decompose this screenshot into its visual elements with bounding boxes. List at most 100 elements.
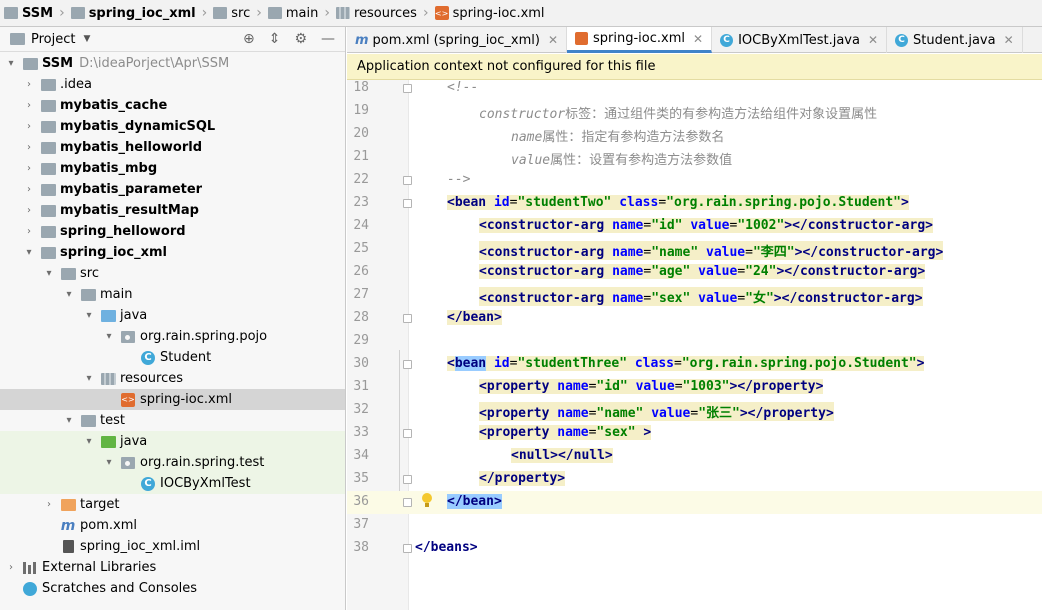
code-line-32[interactable]: 32 <property name="name" value="张三"></pr… xyxy=(347,399,1042,422)
code-line-37[interactable]: 37 xyxy=(347,514,1042,537)
code-line-20[interactable]: 20 name属性：指定有参构造方法参数名 xyxy=(347,123,1042,146)
tree-item-spring-ioc-file[interactable]: <> spring-ioc.xml xyxy=(0,389,345,410)
tree-item-spring-helloword[interactable]: › spring_helloword xyxy=(0,221,345,242)
tab-iocbyxmltest[interactable]: C IOCByXmlTest.java ✕ xyxy=(712,27,888,53)
tree-item-mybatis-cache[interactable]: › mybatis_cache xyxy=(0,95,345,116)
tree-item-pom[interactable]: m pom.xml xyxy=(0,515,345,536)
code-editor[interactable]: 18 <!-- 19 constructor标签：通过组件类的有参构造方法给组件… xyxy=(347,80,1042,610)
fold-marker-icon[interactable] xyxy=(403,84,412,93)
code-line-25[interactable]: 25 <constructor-arg name="name" value="李… xyxy=(347,238,1042,261)
tree-item-test[interactable]: ▾ test xyxy=(0,410,345,431)
expanded-arrow-icon[interactable]: ▾ xyxy=(4,58,18,69)
breadcrumb-item-spring-ioc-xml[interactable]: spring_ioc_xml › xyxy=(70,0,214,27)
breadcrumb-item-ssm[interactable]: SSM › xyxy=(4,0,71,27)
tree-item-mybatis-parameter[interactable]: › mybatis_parameter xyxy=(0,179,345,200)
tree-item-test-java[interactable]: ▾ java xyxy=(0,431,345,452)
tab-spring-ioc-xml[interactable]: spring-ioc.xml ✕ xyxy=(567,27,713,53)
lightbulb-icon[interactable] xyxy=(421,493,433,508)
expanded-arrow-icon[interactable]: ▾ xyxy=(102,457,116,468)
code-line-27[interactable]: 27 <constructor-arg name="sex" value="女"… xyxy=(347,284,1042,307)
code-line-34[interactable]: 34 <null></null> xyxy=(347,445,1042,468)
tree-item-mybatis-dynamicsql[interactable]: › mybatis_dynamicSQL xyxy=(0,116,345,137)
code-line-18[interactable]: 18 <!-- xyxy=(347,80,1042,100)
tree-item-idea[interactable]: › .idea xyxy=(0,74,345,95)
code-line-22[interactable]: 22 --> xyxy=(347,169,1042,192)
locate-file-icon[interactable]: ⊕ xyxy=(243,31,255,47)
tree-item-main[interactable]: ▾ main xyxy=(0,284,345,305)
tab-pom-xml[interactable]: m pom.xml (spring_ioc_xml) ✕ xyxy=(347,27,568,53)
tree-item-main-java[interactable]: ▾ java xyxy=(0,305,345,326)
code-line-21[interactable]: 21 value属性：设置有参构造方法参数值 xyxy=(347,146,1042,169)
collapsed-arrow-icon[interactable]: › xyxy=(22,79,36,90)
collapsed-arrow-icon[interactable]: › xyxy=(22,205,36,216)
collapsed-arrow-icon[interactable]: › xyxy=(4,562,18,573)
breadcrumb-item-main[interactable]: main › xyxy=(267,0,336,27)
tree-item-spring-ioc-xml[interactable]: ▾ spring_ioc_xml xyxy=(0,242,345,263)
chevron-right-icon: › xyxy=(59,5,65,21)
fold-marker-icon[interactable] xyxy=(403,314,412,323)
tree-item-mybatis-mbg[interactable]: › mybatis_mbg xyxy=(0,158,345,179)
expanded-arrow-icon[interactable]: ▾ xyxy=(102,331,116,342)
fold-marker-icon[interactable] xyxy=(403,475,412,484)
code-line-36[interactable]: 36 </bean> xyxy=(347,491,1042,514)
chevron-down-icon[interactable]: ▼ xyxy=(83,34,90,44)
code-line-38[interactable]: 38 </beans> xyxy=(347,537,1042,560)
tree-item-mybatis-resultmap[interactable]: › mybatis_resultMap xyxy=(0,200,345,221)
expanded-arrow-icon[interactable]: ▾ xyxy=(22,247,36,258)
tree-item-pojo-package[interactable]: ▾ org.rain.spring.pojo xyxy=(0,326,345,347)
settings-gear-icon[interactable]: ⚙ xyxy=(294,31,307,47)
close-icon[interactable]: ✕ xyxy=(1004,33,1014,47)
code-line-30[interactable]: 30 <bean id="studentThree" class="org.ra… xyxy=(347,353,1042,376)
tree-item-resources[interactable]: ▾ resources xyxy=(0,368,345,389)
tree-item-iocbyxmltest[interactable]: C IOCByXmlTest xyxy=(0,473,345,494)
fold-marker-icon[interactable] xyxy=(403,360,412,369)
tab-student-java[interactable]: C Student.java ✕ xyxy=(887,27,1023,53)
breadcrumb-item-resources[interactable]: resources › xyxy=(335,0,435,27)
close-icon[interactable]: ✕ xyxy=(868,33,878,47)
collapsed-arrow-icon[interactable]: › xyxy=(22,142,36,153)
expanded-arrow-icon[interactable]: ▾ xyxy=(62,415,76,426)
collapsed-arrow-icon[interactable]: › xyxy=(22,163,36,174)
expanded-arrow-icon[interactable]: ▾ xyxy=(82,310,96,321)
code-line-24[interactable]: 24 <constructor-arg name="id" value="100… xyxy=(347,215,1042,238)
hide-panel-icon[interactable]: — xyxy=(321,31,335,47)
collapsed-arrow-icon[interactable]: › xyxy=(22,184,36,195)
tree-item-mybatis-helloworld[interactable]: › mybatis_helloworld xyxy=(0,137,345,158)
breadcrumb-item-src[interactable]: src › xyxy=(213,0,268,27)
close-icon[interactable]: ✕ xyxy=(693,32,703,46)
project-view-selector[interactable]: Project xyxy=(31,32,75,47)
tree-item-iml[interactable]: spring_ioc_xml.iml xyxy=(0,536,345,557)
collapse-all-icon[interactable]: ⇕ xyxy=(269,31,281,47)
fold-marker-icon[interactable] xyxy=(403,429,412,438)
code-line-29[interactable]: 29 xyxy=(347,330,1042,353)
collapsed-arrow-icon[interactable]: › xyxy=(42,499,56,510)
code-line-23[interactable]: 23 <bean id="studentTwo" class="org.rain… xyxy=(347,192,1042,215)
close-icon[interactable]: ✕ xyxy=(548,33,558,47)
tree-item-student[interactable]: C Student xyxy=(0,347,345,368)
collapsed-arrow-icon[interactable]: › xyxy=(22,121,36,132)
code-line-31[interactable]: 31 <property name="id" value="1003"></pr… xyxy=(347,376,1042,399)
tree-item-scratches[interactable]: Scratches and Consoles xyxy=(0,578,345,599)
collapsed-arrow-icon[interactable]: › xyxy=(22,226,36,237)
fold-marker-icon[interactable] xyxy=(403,176,412,185)
fold-marker-icon[interactable] xyxy=(403,498,412,507)
breadcrumb-item-spring-ioc-file[interactable]: <> spring-ioc.xml xyxy=(434,0,545,27)
code-line-28[interactable]: 28 </bean> xyxy=(347,307,1042,330)
tree-item-ssm[interactable]: ▾ SSM D:\ideaPorject\Apr\SSM xyxy=(0,53,345,74)
tree-item-test-package[interactable]: ▾ org.rain.spring.test xyxy=(0,452,345,473)
expanded-arrow-icon[interactable]: ▾ xyxy=(82,436,96,447)
fold-marker-icon[interactable] xyxy=(403,199,412,208)
code-line-35[interactable]: 35 </property> xyxy=(347,468,1042,491)
expanded-arrow-icon[interactable]: ▾ xyxy=(82,373,96,384)
code-line-26[interactable]: 26 <constructor-arg name="age" value="24… xyxy=(347,261,1042,284)
tree-item-src[interactable]: ▾ src xyxy=(0,263,345,284)
tree-item-external-libraries[interactable]: › External Libraries xyxy=(0,557,345,578)
fold-marker-icon[interactable] xyxy=(403,544,412,553)
tree-item-target[interactable]: › target xyxy=(0,494,345,515)
expanded-arrow-icon[interactable]: ▾ xyxy=(42,268,56,279)
module-folder-icon xyxy=(40,246,56,259)
code-line-33[interactable]: 33 <property name="sex" > xyxy=(347,422,1042,445)
expanded-arrow-icon[interactable]: ▾ xyxy=(62,289,76,300)
collapsed-arrow-icon[interactable]: › xyxy=(22,100,36,111)
code-line-19[interactable]: 19 constructor标签：通过组件类的有参构造方法给组件对象设置属性 xyxy=(347,100,1042,123)
